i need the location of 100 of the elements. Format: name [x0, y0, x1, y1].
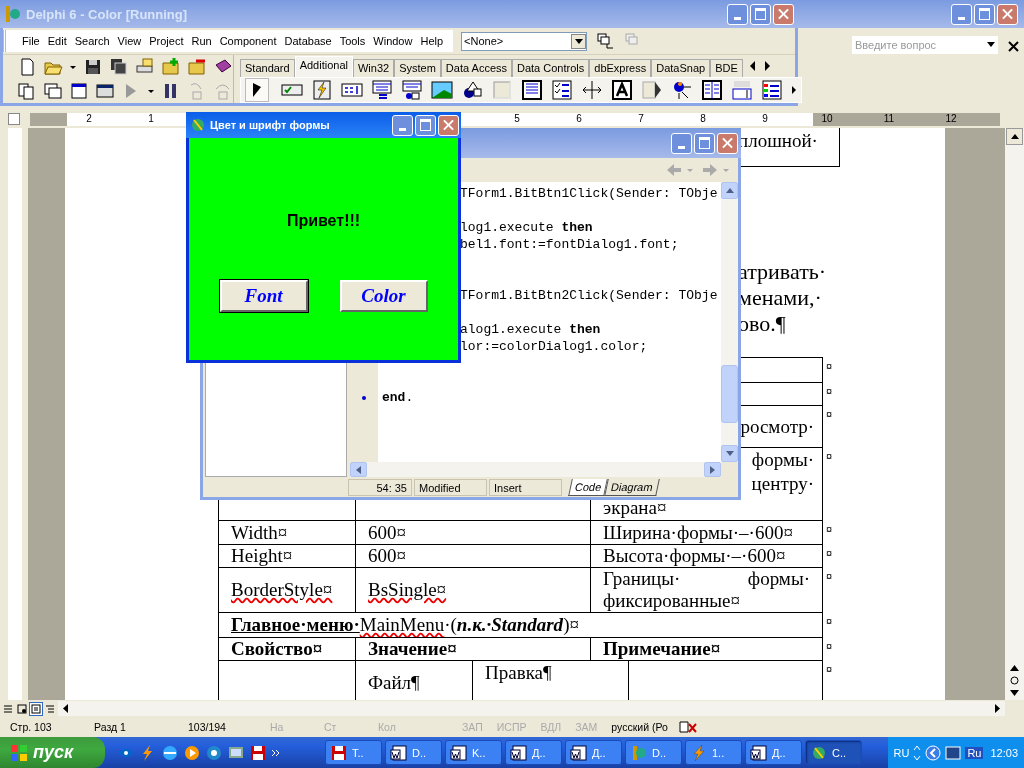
- menu-item[interactable]: Window: [369, 35, 417, 48]
- shape-icon[interactable]: [461, 79, 483, 101]
- taskbar-button[interactable]: Д..: [505, 740, 562, 765]
- close-button[interactable]: [997, 3, 1018, 25]
- pointer-tool-button[interactable]: [245, 78, 269, 102]
- menu-item[interactable]: File: [18, 35, 44, 48]
- taskbar-button[interactable]: Д..: [565, 740, 622, 765]
- scroll-right-icon[interactable]: [791, 86, 797, 94]
- scroll-right-button[interactable]: [704, 462, 721, 477]
- close-button[interactable]: [773, 3, 794, 25]
- draw-grid-icon[interactable]: [401, 79, 423, 101]
- outline-view-icon[interactable]: [44, 702, 56, 715]
- menu-item[interactable]: Tools: [335, 35, 370, 48]
- palette-tab[interactable]: Win32: [353, 59, 395, 77]
- new-form-icon[interactable]: [95, 81, 115, 101]
- control-bar-icon[interactable]: [641, 79, 663, 101]
- scroll-left-icon[interactable]: [62, 704, 70, 713]
- menu-item[interactable]: Database: [280, 35, 336, 48]
- palette-tab[interactable]: Standard: [240, 59, 295, 77]
- lightning-button-icon[interactable]: [311, 79, 333, 101]
- taskbar-button[interactable]: 1..: [685, 740, 742, 765]
- tray-app-icon[interactable]: [945, 744, 962, 761]
- scroll-box-icon[interactable]: [521, 79, 543, 101]
- menu-item[interactable]: Search: [70, 35, 114, 48]
- browse-object-icon[interactable]: [1010, 676, 1019, 685]
- minimize-button[interactable]: [951, 3, 972, 25]
- image-icon[interactable]: [431, 79, 453, 101]
- maximize-button[interactable]: [694, 132, 715, 154]
- keyboard-layout-indicator[interactable]: Ru: [965, 746, 984, 759]
- palette-tab[interactable]: DataSnap: [651, 59, 711, 77]
- value-list-icon[interactable]: [701, 79, 723, 101]
- save-all-icon[interactable]: [109, 57, 129, 77]
- next-page-icon[interactable]: [1010, 689, 1019, 697]
- view-form-icon[interactable]: [43, 81, 63, 101]
- minimize-button[interactable]: [392, 114, 413, 136]
- palette-tab[interactable]: BDE: [710, 59, 743, 77]
- scroll-right-icon[interactable]: [993, 704, 1001, 713]
- editor-tab[interactable]: Code: [568, 478, 609, 496]
- palette-tab[interactable]: Data Access: [440, 59, 512, 77]
- color-box-icon[interactable]: [761, 79, 783, 101]
- scroll-down-button[interactable]: [721, 445, 738, 462]
- grid-icon[interactable]: [371, 79, 393, 101]
- form-button[interactable]: Color: [339, 280, 428, 312]
- close-button[interactable]: [717, 132, 738, 154]
- editor-tab[interactable]: Diagram: [604, 478, 660, 496]
- scroll-up-button[interactable]: [1006, 128, 1023, 145]
- palette-tab[interactable]: System: [394, 59, 441, 77]
- media-player-icon[interactable]: [183, 743, 201, 762]
- save-icon[interactable]: [83, 57, 103, 77]
- labeled-edit-icon[interactable]: [731, 79, 753, 101]
- floppy-icon[interactable]: [249, 743, 267, 762]
- menu-item[interactable]: Run: [187, 35, 216, 48]
- minimize-button[interactable]: [727, 3, 748, 25]
- taskbar-button[interactable]: K..: [445, 740, 502, 765]
- close-icon[interactable]: [1008, 41, 1019, 52]
- view-unit-icon[interactable]: [17, 81, 37, 101]
- menu-item[interactable]: Help: [416, 35, 448, 48]
- save-desktop-icon[interactable]: [595, 32, 616, 51]
- app-events-icon[interactable]: [671, 79, 693, 101]
- maximize-button[interactable]: [415, 114, 436, 136]
- splitter-icon[interactable]: [581, 79, 603, 101]
- web-view-icon[interactable]: [16, 702, 28, 715]
- disc-icon[interactable]: [205, 743, 223, 762]
- expand-tray-icon[interactable]: [925, 744, 942, 761]
- scroll-left-button[interactable]: [350, 462, 367, 477]
- static-text-icon[interactable]: [611, 79, 633, 101]
- maximize-button[interactable]: [974, 3, 995, 25]
- taskbar-button[interactable]: C..: [805, 740, 862, 765]
- palette-tab[interactable]: Additional: [294, 56, 353, 77]
- print-view-icon[interactable]: [30, 702, 42, 715]
- scroll-right-icon[interactable]: [762, 61, 771, 71]
- remove-file-icon[interactable]: [187, 57, 207, 77]
- menu-item[interactable]: Edit: [43, 35, 71, 48]
- row-end-mark: ¤: [825, 522, 834, 535]
- maximize-button[interactable]: [750, 3, 771, 25]
- taskbar-button[interactable]: T..: [325, 740, 382, 765]
- taskbar-button[interactable]: D..: [385, 740, 442, 765]
- scrollbar-thumb[interactable]: [721, 365, 738, 423]
- minimize-button[interactable]: [671, 132, 692, 154]
- help-search-field[interactable]: Введите вопрос: [852, 36, 984, 54]
- check-list-icon[interactable]: [551, 79, 573, 101]
- previous-page-icon[interactable]: [1010, 664, 1019, 672]
- palette-tab[interactable]: Data Controls: [512, 59, 590, 77]
- taskbar-button[interactable]: D..: [625, 740, 682, 765]
- menu-item[interactable]: View: [113, 35, 146, 48]
- toggle-form-icon[interactable]: [69, 81, 89, 101]
- tab-selector[interactable]: [8, 113, 20, 125]
- normal-view-icon[interactable]: [2, 702, 14, 715]
- taskbar-button[interactable]: Д..: [745, 740, 802, 765]
- form-button[interactable]: Font: [219, 280, 308, 312]
- chevron-icon[interactable]: [271, 748, 281, 757]
- ruler-number: 7: [637, 112, 645, 126]
- close-button[interactable]: [438, 114, 459, 136]
- arrows-icon[interactable]: [913, 744, 922, 761]
- browser-icon[interactable]: [161, 743, 179, 762]
- menu-item[interactable]: Component: [215, 35, 281, 48]
- desktop-combo[interactable]: <None>: [461, 31, 588, 51]
- palette-tab[interactable]: dbExpress: [589, 59, 652, 77]
- menu-item[interactable]: Project: [145, 35, 188, 48]
- scroll-left-icon[interactable]: [748, 61, 757, 71]
